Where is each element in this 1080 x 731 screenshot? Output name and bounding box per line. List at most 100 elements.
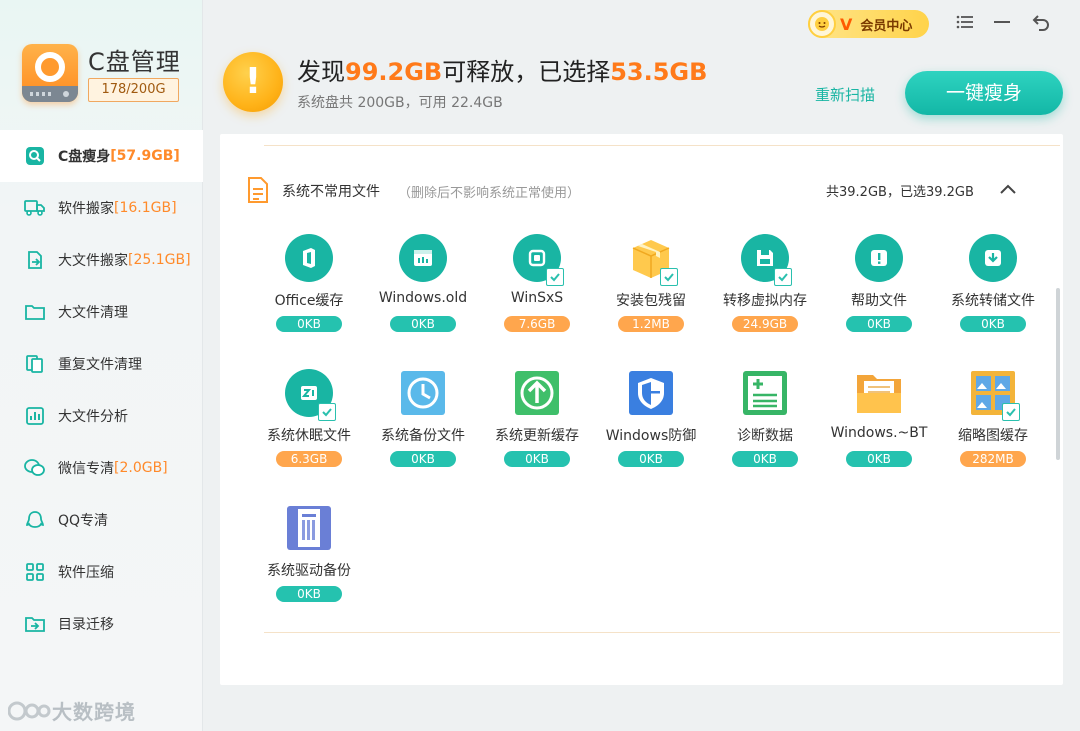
- tile-hibernation[interactable]: 系统休眠文件 6.3GB: [252, 369, 366, 489]
- sidebar-item-qq-clean[interactable]: QQ专清: [0, 494, 203, 546]
- tile-size: 1.2MB: [618, 316, 684, 332]
- back-icon[interactable]: [1032, 12, 1054, 34]
- sidebar-item-wechat-clean[interactable]: 微信专清 [2.0GB]: [0, 442, 203, 494]
- clock-icon: [399, 369, 447, 417]
- tile-help-files[interactable]: 帮助文件 0KB: [822, 234, 936, 354]
- watermark: 大数跨境: [8, 696, 136, 725]
- sidebar-item-large-file-move[interactable]: 大文件搬家 [25.1GB]: [0, 234, 203, 286]
- tile-size: 0KB: [276, 586, 342, 602]
- checkbox-checked-icon[interactable]: [774, 268, 792, 286]
- help-icon: [855, 234, 903, 282]
- tile-thumbnail-cache[interactable]: 缩略图缓存 282MB: [936, 369, 1050, 489]
- headline-mid: 可释放，已选择: [442, 58, 611, 86]
- tile-size: 0KB: [276, 316, 342, 332]
- tile-name: 转移虚拟内存: [723, 293, 807, 309]
- tile-name: Office缓存: [274, 293, 344, 309]
- tile-windows-bt[interactable]: Windows.~BT 0KB: [822, 369, 936, 489]
- tile-name: Windows.~BT: [830, 425, 928, 441]
- tile-update-cache[interactable]: 系统更新缓存 0KB: [480, 369, 594, 489]
- sidebar-item-count: [2.0GB]: [114, 460, 168, 476]
- checkbox-checked-icon[interactable]: [1002, 403, 1020, 421]
- file-move-icon: [24, 249, 46, 271]
- app-title: C盘管理: [88, 48, 181, 76]
- divider: [264, 145, 1060, 146]
- tile-windows-defender[interactable]: Windows防御 0KB: [594, 369, 708, 489]
- selected-size: 53.5GB: [610, 58, 708, 86]
- tile-winsxs[interactable]: WinSxS 7.6GB: [480, 234, 594, 354]
- tile-diagnostic-data[interactable]: 诊断数据 0KB: [708, 369, 822, 489]
- tile-name: 系统更新缓存: [495, 428, 579, 444]
- found-size: 99.2GB: [345, 58, 443, 86]
- truck-icon: [24, 197, 46, 219]
- sidebar-item-label: C盘瘦身: [58, 149, 111, 165]
- sidebar-item-label: 微信专清: [58, 461, 114, 477]
- wechat-icon: [24, 457, 46, 479]
- tile-windows-old[interactable]: Windows.old 0KB: [366, 234, 480, 354]
- driver-icon: [285, 504, 333, 552]
- app-logo-icon: [22, 44, 78, 102]
- chevron-up-icon[interactable]: [998, 180, 1018, 200]
- sidebar-item-label: 软件压缩: [58, 565, 114, 581]
- download-icon: [969, 234, 1017, 282]
- scrollbar[interactable]: [1056, 288, 1060, 460]
- tile-name: 帮助文件: [851, 293, 907, 309]
- sidebar-item-label: 大文件清理: [58, 305, 128, 321]
- checkbox-checked-icon[interactable]: [318, 403, 336, 421]
- sidebar-item-label: QQ专清: [58, 513, 109, 529]
- headline: 发现99.2GB可释放，已选择53.5GB: [297, 52, 707, 87]
- tile-name: 系统转储文件: [951, 293, 1035, 309]
- tile-size: 0KB: [846, 451, 912, 467]
- content-panel: 系统不常用文件 （删除后不影响系统正常使用） 共39.2GB，已选39.2GB …: [220, 134, 1063, 685]
- tile-system-dump[interactable]: 系统转储文件 0KB: [936, 234, 1050, 354]
- sidebar-item-software-move[interactable]: 软件搬家 [16.1GB]: [0, 182, 203, 234]
- disk-summary: 系统盘共 200GB，可用 22.4GB: [297, 95, 503, 111]
- tile-size: 7.6GB: [504, 316, 570, 332]
- sidebar-item-count: [57.9GB]: [110, 148, 180, 164]
- sidebar-item-c-slim[interactable]: C盘瘦身 [57.9GB]: [0, 130, 203, 182]
- vip-center-button[interactable]: V 会员中心: [808, 10, 929, 38]
- tile-install-package-residue[interactable]: 安装包残留 1.2MB: [594, 234, 708, 354]
- sidebar-nav: C盘瘦身 [57.9GB] 软件搬家 [16.1GB] 大文件搬家 [25.1GB] …: [0, 130, 203, 650]
- watermark-logo-icon: [8, 701, 51, 720]
- header: ! 发现99.2GB可释放，已选择53.5GB 系统盘共 200GB，可用 22…: [203, 0, 1080, 130]
- sidebar-item-count: [16.1GB]: [114, 200, 177, 216]
- tile-office-cache[interactable]: Office缓存 0KB: [252, 234, 366, 354]
- tile-size: 0KB: [846, 316, 912, 332]
- folder-doc-icon: [855, 369, 903, 417]
- tile-size: 0KB: [390, 316, 456, 332]
- sidebar-item-software-compress[interactable]: 软件压缩: [0, 546, 203, 598]
- tile-name: 系统休眠文件: [267, 428, 351, 444]
- sidebar-item-directory-migrate[interactable]: 目录迁移: [0, 598, 203, 650]
- duplicate-icon: [24, 353, 46, 375]
- section-description: （删除后不影响系统正常使用）: [398, 186, 581, 201]
- tile-virtual-memory[interactable]: 转移虚拟内存 24.9GB: [708, 234, 822, 354]
- one-click-slim-button[interactable]: 一键瘦身: [905, 71, 1063, 115]
- menu-icon[interactable]: [955, 12, 977, 34]
- document-icon: [248, 177, 268, 203]
- rescan-link[interactable]: 重新扫描: [815, 84, 875, 105]
- checkbox-checked-icon[interactable]: [546, 268, 564, 286]
- section-title: 系统不常用文件: [282, 184, 380, 200]
- checkbox-checked-icon[interactable]: [660, 268, 678, 286]
- window-icon: [399, 234, 447, 282]
- tile-name: 安装包残留: [616, 293, 686, 309]
- tile-size: 24.9GB: [732, 316, 798, 332]
- sidebar-item-large-file-analysis[interactable]: 大文件分析: [0, 390, 203, 442]
- tile-size: 0KB: [732, 451, 798, 467]
- tile-name: Windows.old: [378, 290, 468, 306]
- tile-system-backup[interactable]: 系统备份文件 0KB: [366, 369, 480, 489]
- minimize-icon[interactable]: [992, 12, 1014, 34]
- tile-size: 282MB: [960, 451, 1026, 467]
- section-header: 系统不常用文件 （删除后不影响系统正常使用） 共39.2GB，已选39.2GB: [246, 176, 1046, 204]
- headline-prefix: 发现: [297, 58, 345, 86]
- vip-label: 会员中心: [860, 18, 913, 34]
- tile-name: 系统驱动备份: [267, 563, 351, 579]
- divider: [264, 632, 1060, 633]
- tile-driver-backup[interactable]: 系统驱动备份 0KB: [252, 504, 366, 624]
- sidebar-item-large-file-clean[interactable]: 大文件清理: [0, 286, 203, 338]
- qq-icon: [24, 509, 46, 531]
- tile-size: 0KB: [618, 451, 684, 467]
- sidebar-item-duplicate-clean[interactable]: 重复文件清理: [0, 338, 203, 390]
- tile-size: 0KB: [390, 451, 456, 467]
- diagnostic-icon: [741, 369, 789, 417]
